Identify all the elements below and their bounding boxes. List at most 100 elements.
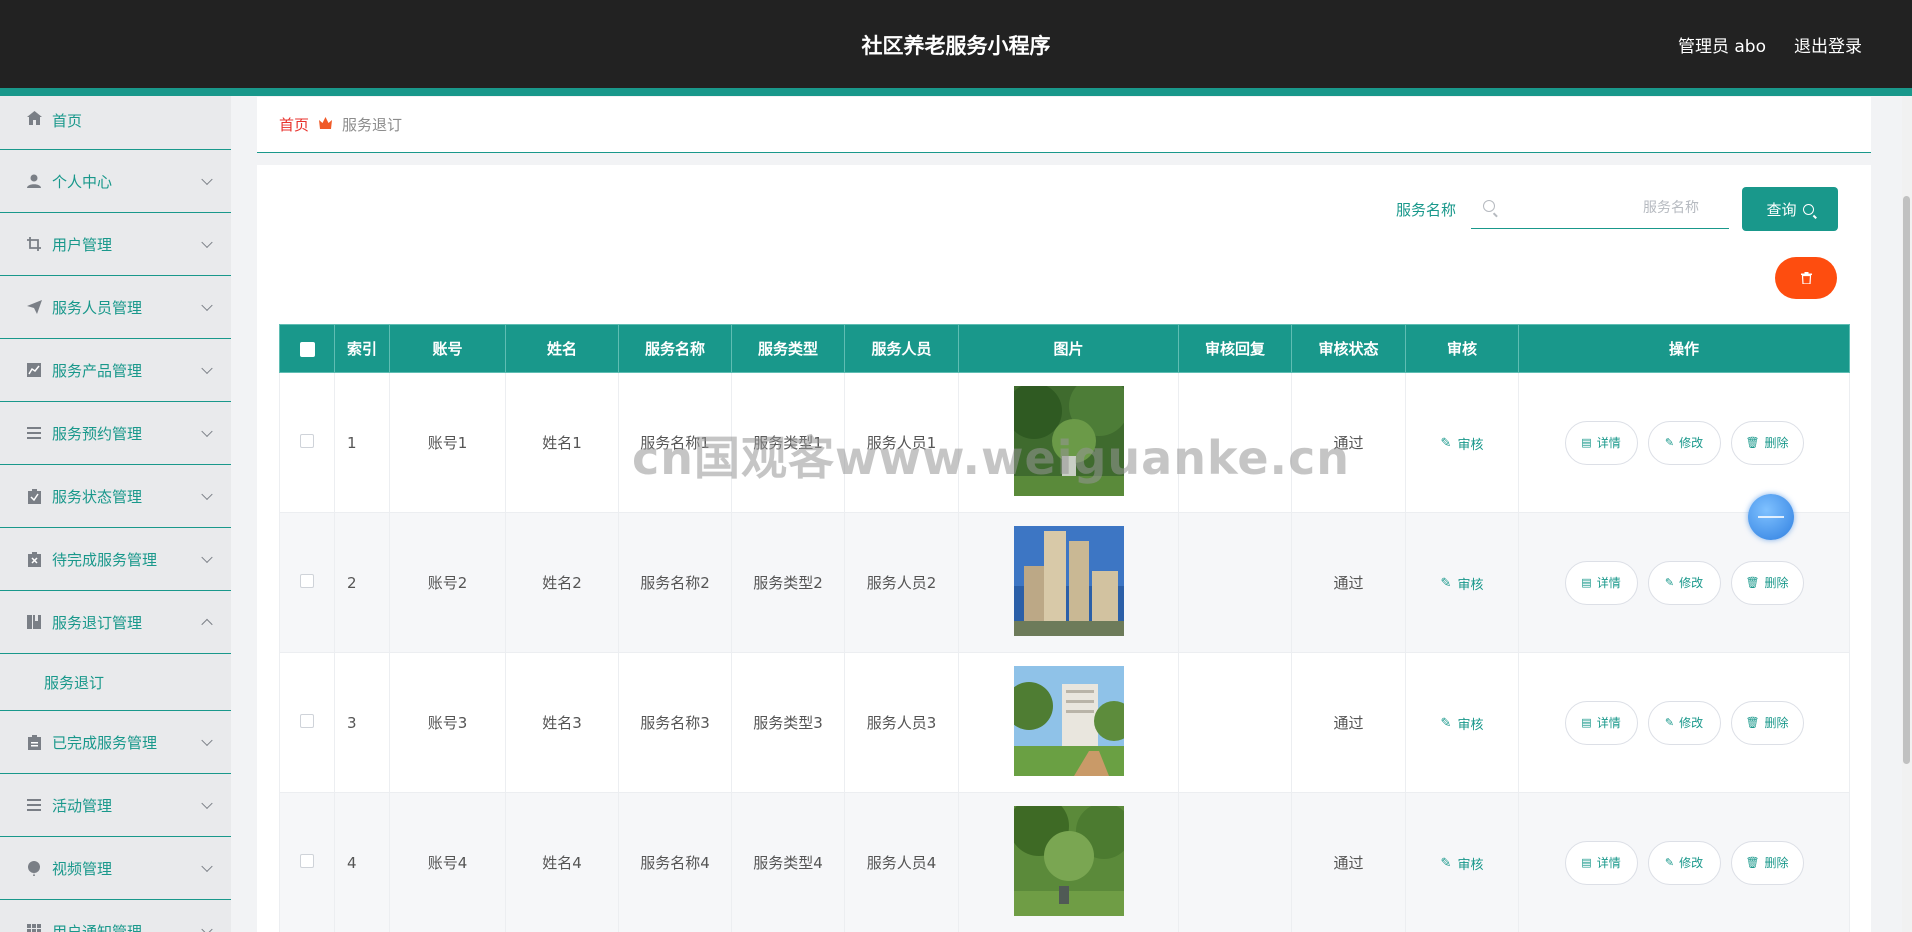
review-status-cell: 通过	[1291, 372, 1406, 513]
select-all-checkbox[interactable]	[299, 341, 315, 357]
delete-label: 删除	[1764, 716, 1789, 730]
service-name-cell: 服务名称1	[618, 372, 732, 513]
breadcrumb: 首页 服务退订	[257, 97, 1871, 153]
table-header-row: 索引 账号 姓名 服务名称 服务类型 服务人员 图片 审核回复 审核状态 审核 …	[279, 324, 1850, 373]
select-cell	[279, 372, 335, 513]
table-row: 4 账号4 姓名4 服务名称4 服务类型4 服务人员4 通过 ✎ 审核 ▤ 详情…	[279, 792, 1850, 932]
review-link[interactable]: ✎ 审核	[1441, 854, 1484, 873]
sidebar-item-activity-management[interactable]: 活动管理	[0, 774, 231, 837]
edit-pen-icon: ✎	[1664, 716, 1675, 729]
edit-button[interactable]: ✎ 修改	[1647, 420, 1721, 465]
row-checkbox[interactable]	[300, 433, 314, 448]
delete-label: 删除	[1764, 856, 1789, 870]
sidebar-item-notice-management[interactable]: 用户通知管理	[0, 900, 231, 932]
column-header: 索引	[334, 324, 390, 373]
trash-icon: 🗑	[1745, 856, 1760, 869]
service-type-cell: 服务类型4	[731, 792, 845, 932]
review-reply-cell	[1178, 652, 1292, 793]
top-header: 社区养老服务小程序 管理员 abo 退出登录	[0, 0, 1912, 88]
app-title: 社区养老服务小程序	[861, 34, 1051, 58]
column-header: 审核回复	[1178, 324, 1292, 373]
service-image[interactable]	[1013, 525, 1124, 636]
review-link[interactable]: ✎ 审核	[1441, 574, 1484, 593]
detail-button[interactable]: ▤ 详情	[1564, 420, 1638, 465]
row-checkbox[interactable]	[300, 573, 314, 588]
sidebar-item-cancellation-management[interactable]: 服务退订管理	[0, 591, 231, 654]
column-header: 审核状态	[1291, 324, 1406, 373]
edit-pen-icon: ✎	[1664, 436, 1675, 449]
service-image[interactable]	[1005, 375, 1129, 496]
sidebar-item-personal-center[interactable]: 个人中心	[0, 150, 231, 213]
review-link[interactable]: ✎ 审核	[1441, 434, 1484, 453]
account-cell: 账号2	[389, 512, 506, 653]
chevron-down-icon	[201, 488, 213, 501]
detail-label: 详情	[1596, 436, 1621, 450]
delete-button[interactable]: 🗑 删除	[1730, 700, 1804, 745]
row-checkbox[interactable]	[300, 713, 314, 728]
sidebar-item-home[interactable]: 首页	[0, 96, 231, 150]
sidebar-item-label: 已完成服务管理	[52, 733, 158, 752]
review-link[interactable]: ✎ 审核	[1441, 714, 1484, 733]
query-button[interactable]: 查询	[1742, 187, 1838, 231]
sidebar-item-pending-management[interactable]: 待完成服务管理	[0, 528, 231, 591]
detail-button[interactable]: ▤ 详情	[1564, 840, 1638, 885]
staff-cell: 服务人员3	[844, 652, 959, 793]
chevron-down-icon	[201, 923, 213, 932]
chevron-down-icon	[201, 299, 213, 312]
review-status-cell: 通过	[1291, 652, 1406, 793]
edit-pen-icon: ✎	[1664, 576, 1675, 589]
sidebar-item-label: 首页	[52, 112, 83, 130]
sidebar-subitem-cancellation[interactable]: 服务退订	[0, 654, 231, 711]
scrollbar-thumb[interactable]	[1903, 196, 1910, 764]
account-cell: 账号4	[389, 792, 506, 932]
review-action-cell: ✎ 审核	[1405, 792, 1519, 932]
review-action-cell: ✎ 审核	[1405, 512, 1519, 653]
grid-icon	[26, 923, 42, 932]
sidebar-item-completed-management[interactable]: 已完成服务管理	[0, 711, 231, 774]
sidebar-item-status-management[interactable]: 服务状态管理	[0, 465, 231, 528]
review-action-cell: ✎ 审核	[1405, 652, 1519, 793]
search-input[interactable]	[1507, 195, 1719, 221]
document-icon: ▤	[1581, 716, 1592, 729]
delete-button[interactable]: 🗑 删除	[1730, 560, 1804, 605]
operations-cell: ▤ 详情 ✎ 修改 🗑 删除	[1518, 652, 1850, 793]
crop-icon	[26, 236, 42, 252]
index-cell: 4	[334, 792, 390, 932]
service-image[interactable]	[1004, 665, 1134, 776]
detail-button[interactable]: ▤ 详情	[1564, 700, 1638, 745]
sidebar-item-product-management[interactable]: 服务产品管理	[0, 339, 231, 402]
sidebar-item-booking-management[interactable]: 服务预约管理	[0, 402, 231, 465]
logout-link[interactable]: 退出登录	[1794, 32, 1862, 57]
service-type-cell: 服务类型2	[731, 512, 845, 653]
image-cell	[958, 792, 1179, 932]
column-header: 服务类型	[731, 324, 845, 373]
scrollbar-track	[1902, 96, 1912, 932]
floating-assistant-button[interactable]	[1748, 494, 1794, 540]
batch-delete-button[interactable]	[1775, 257, 1837, 299]
staff-cell: 服务人员1	[844, 372, 959, 513]
sidebar-item-label: 用户通知管理	[52, 922, 143, 932]
column-header: 服务人员	[844, 324, 959, 373]
edit-button[interactable]: ✎ 修改	[1647, 560, 1721, 605]
service-type-cell: 服务类型3	[731, 652, 845, 793]
edit-button[interactable]: ✎ 修改	[1647, 840, 1721, 885]
delete-button[interactable]: 🗑 删除	[1730, 420, 1804, 465]
sidebar-item-user-management[interactable]: 用户管理	[0, 213, 231, 276]
breadcrumb-home-link[interactable]: 首页	[279, 114, 309, 135]
sidebar-item-video-management[interactable]: 视频管理	[0, 837, 231, 900]
home-icon	[26, 110, 42, 126]
service-name-cell: 服务名称3	[618, 652, 732, 793]
service-image[interactable]	[1008, 795, 1132, 916]
sidebar-item-staff-management[interactable]: 服务人员管理	[0, 276, 231, 339]
chevron-down-icon	[201, 173, 213, 186]
row-checkbox[interactable]	[300, 853, 314, 868]
edit-button[interactable]: ✎ 修改	[1647, 700, 1721, 745]
sidebar-item-label: 服务退订管理	[52, 613, 143, 632]
chevron-down-icon	[201, 425, 213, 438]
detail-button[interactable]: ▤ 详情	[1564, 560, 1638, 605]
sidebar: 首页 个人中心 用户管理 服务人员管理 服务产品管理 服务预约管理 服务状态管理…	[0, 96, 231, 932]
column-header: 审核	[1405, 324, 1519, 373]
delete-button[interactable]: 🗑 删除	[1730, 840, 1804, 885]
review-link-label: 审核	[1457, 717, 1484, 733]
sidebar-item-label: 用户管理	[52, 235, 113, 254]
